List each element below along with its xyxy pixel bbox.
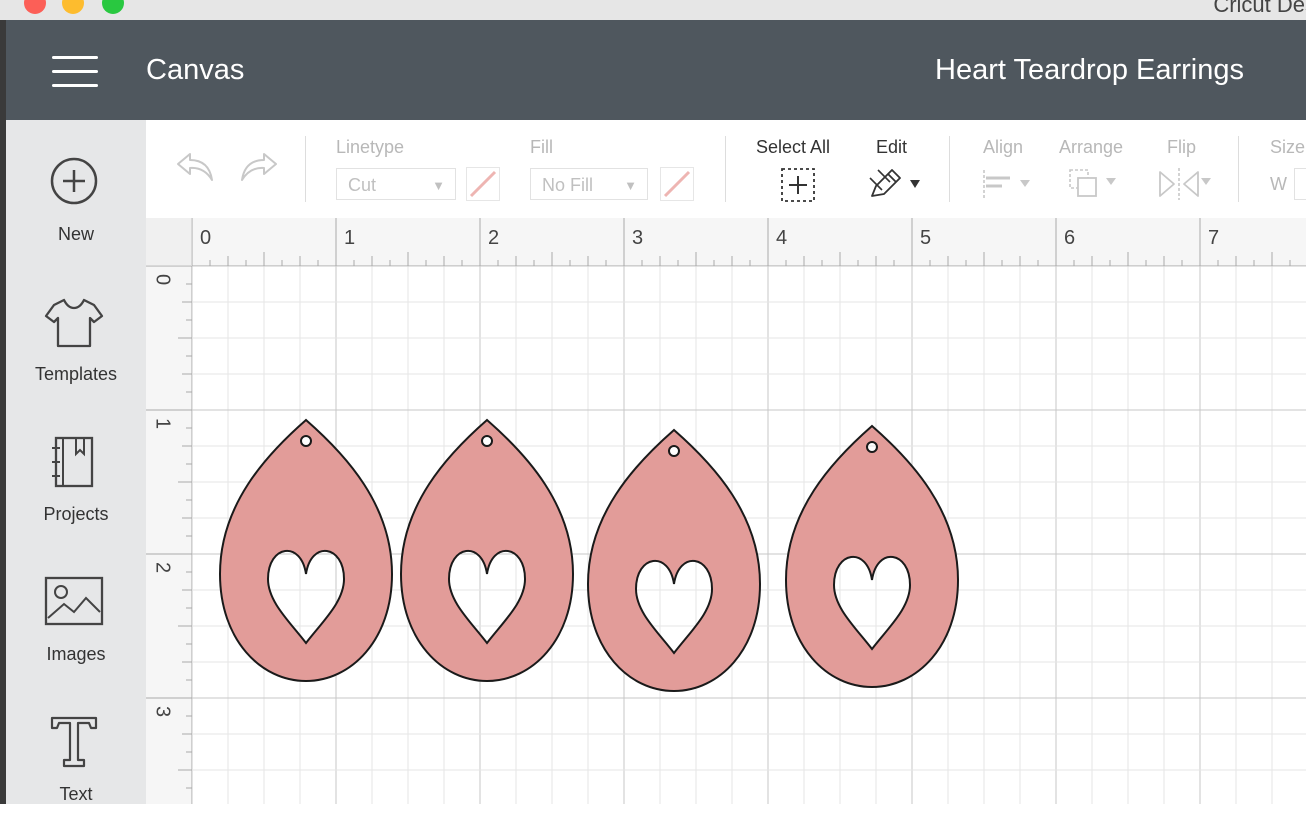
earring-3[interactable] [587,429,761,692]
sidebar-item-label: Text [59,784,93,804]
canvas-artwork [219,419,959,692]
flip-icon[interactable] [1156,166,1214,202]
project-name: Heart Teardrop Earrings [935,54,1244,86]
chevron-down-icon: ▼ [432,178,445,193]
sidebar-item-projects[interactable]: Projects [6,436,146,556]
plus-circle-icon [50,157,98,205]
select-all-label: Select All [756,137,831,157]
toolbar-divider [1238,136,1239,202]
arrange-label: Arrange [1059,137,1124,157]
size-width-input[interactable] [1294,168,1306,200]
page-title: Canvas [146,54,245,86]
sidebar-item-label: New [57,224,94,244]
edit-label: Edit [876,137,908,157]
ruler-top-label: 2 [488,227,500,249]
earring-4[interactable] [785,425,959,688]
close-window-button[interactable] [24,0,46,14]
sidebar-item-label: Images [46,644,106,664]
ruler-top-label: 6 [1064,227,1076,249]
align-label: Align [983,137,1024,157]
color-swatch-icon [469,170,497,198]
text-icon [50,716,98,768]
sidebar-item-new[interactable]: New [6,156,146,276]
toolbar-divider [949,136,950,202]
fill-label: Fill [530,137,553,157]
undo-icon[interactable] [174,150,216,186]
zoom-window-button[interactable] [102,0,124,14]
ruler-top-label: 7 [1208,227,1220,249]
sidebar-item-images[interactable]: Images [6,576,146,696]
fill-select[interactable]: No Fill ▼ [530,168,648,200]
tshirt-icon [44,298,104,348]
chevron-down-icon: ▼ [624,178,637,193]
linetype-value: Cut [348,175,377,195]
edit-toolbar: Linetype Cut ▼ Fill No Fill ▼ Select All… [146,120,1306,219]
linetype-select[interactable]: Cut ▼ [336,168,456,200]
sidebar-item-templates[interactable]: Templates [6,296,146,416]
ruler-left-label: 3 [151,705,174,718]
ruler-top-label: 1 [344,227,356,249]
app-header: Canvas Heart Teardrop Earrings [6,20,1306,120]
ruler-top: 0 1 2 3 4 5 6 7 [192,218,1306,266]
ruler-top-label: 5 [920,227,932,249]
ruler-corner [146,218,192,266]
ruler-top-label: 0 [200,227,212,249]
ruler-top-label: 4 [776,227,788,249]
image-icon [44,576,104,626]
flip-label: Flip [1167,137,1197,157]
linetype-color-swatch[interactable] [466,167,500,201]
minimize-window-button[interactable] [62,0,84,14]
toolbar-divider [305,136,306,202]
sidebar-item-label: Templates [34,364,118,384]
select-all-icon[interactable] [780,167,816,203]
ruler-left-label: 0 [151,273,174,286]
sidebar-item-label: Projects [43,504,109,524]
size-width-label: W [1270,174,1287,194]
edit-pencil-icon[interactable] [868,166,924,202]
align-icon[interactable] [980,168,1036,202]
window-title: Cricut Des [1213,0,1306,17]
arrange-icon[interactable] [1068,166,1124,202]
earring-2[interactable] [400,419,574,682]
fill-color-swatch[interactable] [660,167,694,201]
color-swatch-icon [663,170,691,198]
design-canvas[interactable] [192,266,1306,804]
window-title-bar: Cricut Des [0,0,1306,21]
left-sidebar: New Templates Projects Images Text [6,120,146,804]
notebook-icon [52,436,94,488]
fill-value: No Fill [542,175,594,195]
ruler-left-label: 1 [151,417,174,430]
ruler-left-label: 2 [151,561,174,574]
linetype-label: Linetype [336,137,405,157]
size-label: Size [1270,137,1306,157]
hamburger-menu-icon[interactable] [52,56,98,88]
ruler-top-label: 3 [632,227,644,249]
toolbar-divider [725,136,726,202]
ruler-left: 0 1 2 3 [146,266,192,804]
earring-1[interactable] [219,419,393,682]
redo-icon[interactable] [238,150,280,186]
sidebar-item-text[interactable]: Text [6,716,146,836]
ruler-top-ticks [192,218,1291,266]
